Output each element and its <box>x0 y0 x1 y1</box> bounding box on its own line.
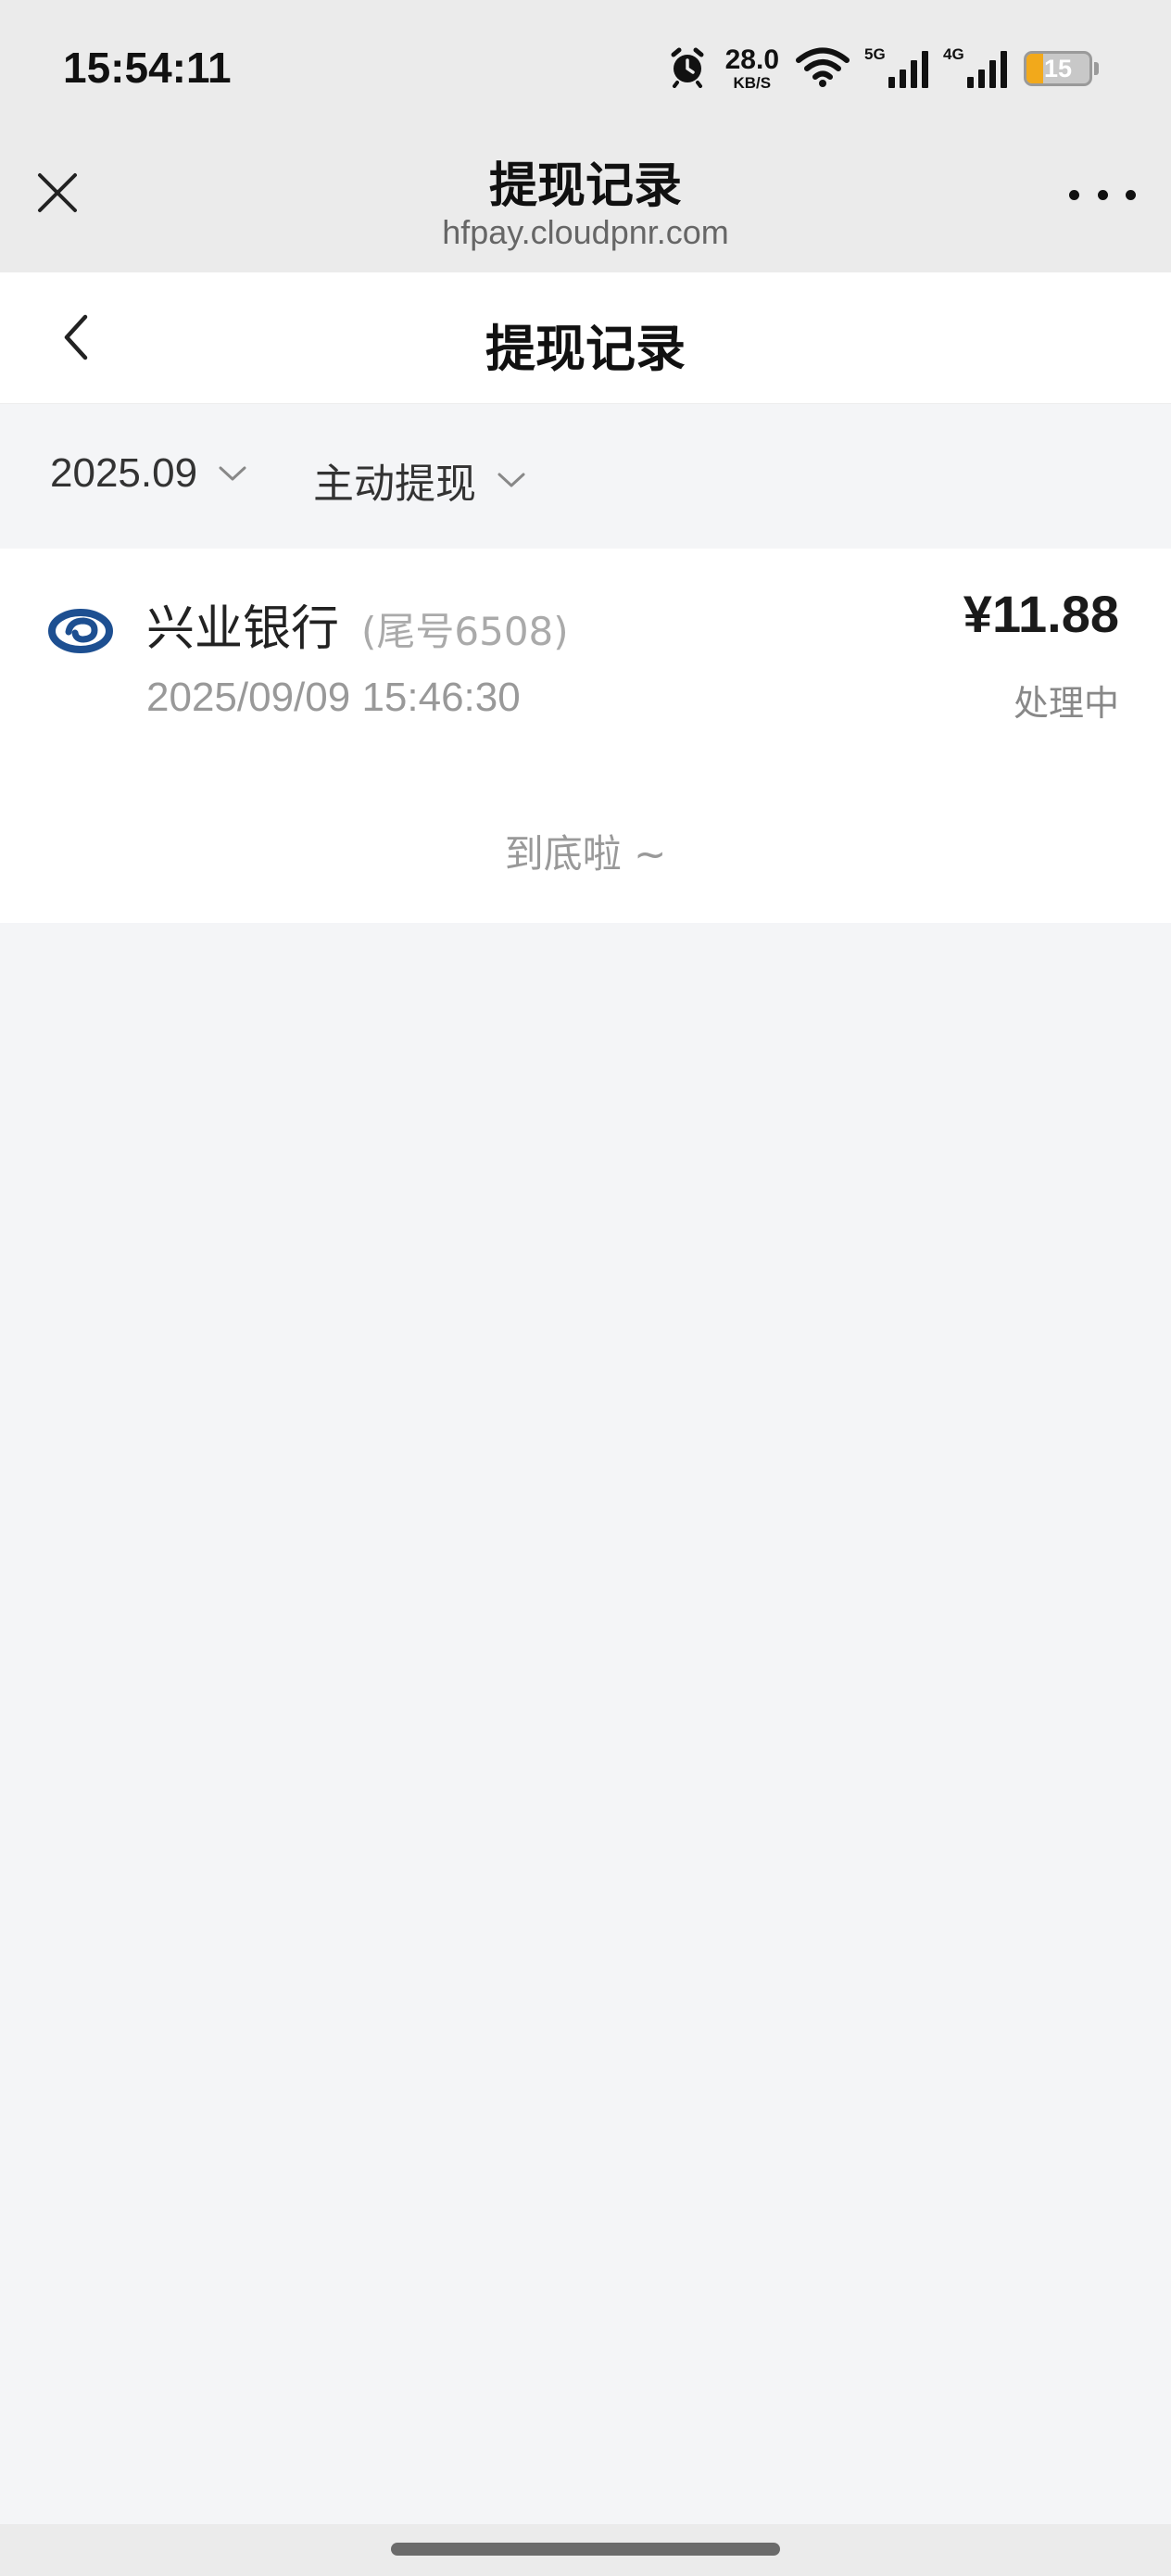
battery-icon: 15 <box>1024 51 1092 86</box>
withdrawal-record-list: 兴业银行 (尾号6508) 2025/09/09 15:46:30 ¥11.88… <box>0 549 1171 923</box>
cib-bank-logo-icon <box>48 597 113 662</box>
battery-tip <box>1094 62 1099 75</box>
type-filter-label: 主动提现 <box>313 461 476 507</box>
wifi-icon <box>796 46 850 91</box>
battery-level: 15 <box>1043 54 1073 82</box>
signal-4g-label: 4G <box>943 45 964 63</box>
status-badge: 处理中 <box>1013 683 1119 724</box>
chevron-down-icon <box>497 473 525 487</box>
net-speed: 28.0 KB/S <box>724 44 779 92</box>
net-speed-unit: KB/S <box>733 74 772 92</box>
home-indicator[interactable] <box>391 2543 780 2556</box>
browser-header: 提现记录 hfpay.cloudpnr.com <box>0 137 1171 272</box>
signal-5g-icon: 5G <box>864 45 928 88</box>
chevron-down-icon <box>219 466 246 481</box>
card-tail-number: (尾号6508) <box>361 609 569 654</box>
page-nav-bar: 提现记录 <box>0 272 1171 404</box>
signal-5g-label: 5G <box>864 45 886 63</box>
home-indicator-area <box>0 2524 1171 2576</box>
status-bar: 15:54:11 28.0 KB/S 5G 4G 15 <box>0 0 1171 137</box>
month-filter-dropdown[interactable]: 2025.09 <box>50 450 247 497</box>
net-speed-value: 28.0 <box>724 44 779 75</box>
page-title: 提现记录 <box>485 320 686 378</box>
record-time: 2025/09/09 15:46:30 <box>146 675 521 720</box>
page: 15:54:11 28.0 KB/S 5G 4G 15 提现记录 hfpay.c… <box>0 0 1171 2576</box>
end-of-list-tip: 到底啦 ~ <box>504 831 667 877</box>
withdrawal-amount: ¥11.88 <box>963 585 1119 643</box>
list-item[interactable]: 兴业银行 (尾号6508) 2025/09/09 15:46:30 ¥11.88… <box>0 549 1171 743</box>
type-filter-dropdown[interactable]: 主动提现 <box>313 450 526 510</box>
filter-bar: 2025.09 主动提现 <box>0 404 1171 549</box>
more-button[interactable] <box>1069 178 1136 211</box>
browser-url: hfpay.cloudpnr.com <box>442 213 729 251</box>
browser-title: 提现记录 <box>488 158 682 214</box>
alarm-clock-icon <box>666 45 709 92</box>
signal-4g-icon: 4G <box>943 45 1007 88</box>
status-icons: 28.0 KB/S 5G 4G 15 <box>666 43 1099 95</box>
bank-name: 兴业银行 <box>146 601 340 657</box>
month-filter-label: 2025.09 <box>50 450 198 496</box>
status-time: 15:54:11 <box>63 44 232 92</box>
more-dots-icon <box>1069 189 1079 200</box>
